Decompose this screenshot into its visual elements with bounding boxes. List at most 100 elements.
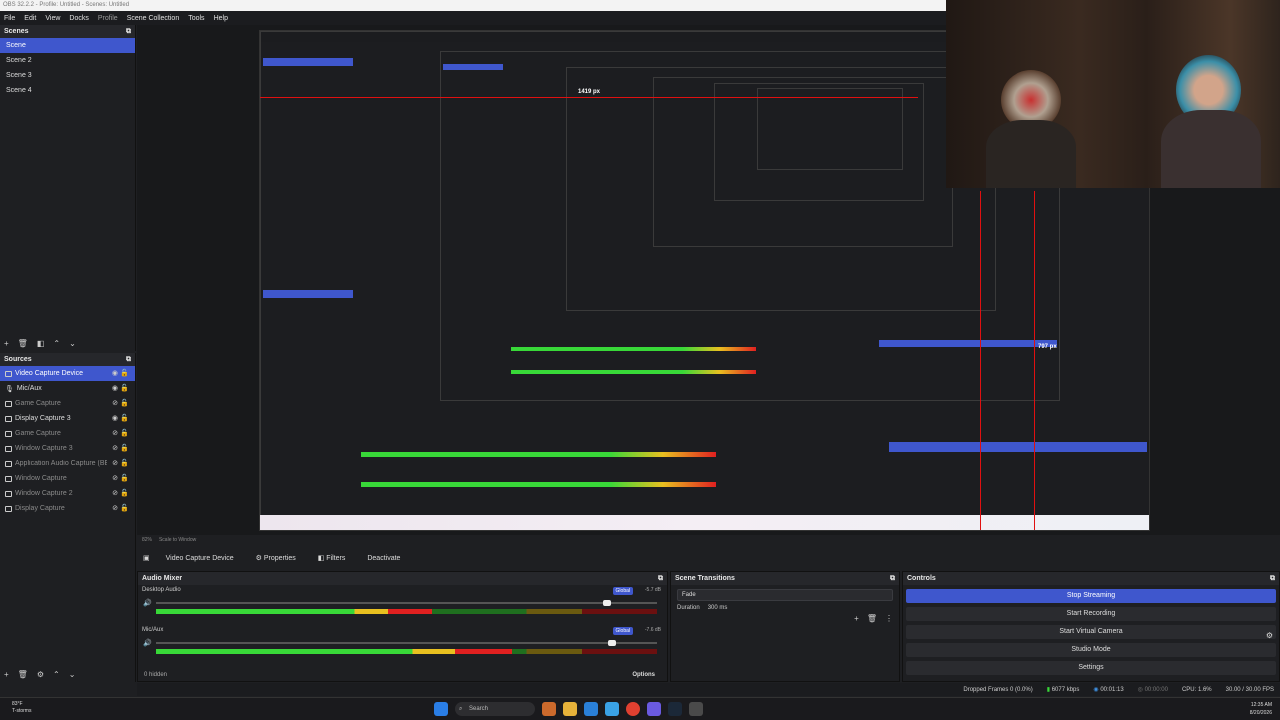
dock-menu-icon[interactable]: ⧉ <box>890 575 895 583</box>
eye-hidden-icon[interactable]: ⊘ <box>112 489 118 497</box>
source-item[interactable]: Video Capture Device ◉ 🔓 <box>0 366 135 381</box>
weather-widget[interactable]: 83°F T-storms <box>12 701 31 715</box>
menu-scene-collection[interactable]: Scene Collection <box>127 15 180 22</box>
source-item[interactable]: Game Capture ⊘ 🔓 <box>0 396 135 411</box>
volume-slider[interactable] <box>156 640 657 646</box>
eye-icon[interactable]: ◉ <box>112 369 118 377</box>
source-item[interactable]: Display Capture 3 ◉ 🔓 <box>0 411 135 426</box>
eye-hidden-icon[interactable]: ⊘ <box>112 399 118 407</box>
add-icon[interactable]: + <box>4 339 9 348</box>
steam-icon[interactable] <box>668 702 682 716</box>
taskbar-search[interactable]: ⌕ Search <box>455 702 535 716</box>
scene-item[interactable]: Scene 4 <box>0 83 135 98</box>
volume-knob[interactable] <box>607 640 616 646</box>
source-item[interactable]: Window Capture ⊘ 🔓 <box>0 471 135 486</box>
source-item[interactable]: Window Capture 2 ⊘ 🔓 <box>0 486 135 501</box>
lock-icon[interactable]: 🔓 <box>120 489 129 497</box>
move-down-icon[interactable]: ⌄ <box>69 670 76 679</box>
dock-menu-icon[interactable]: ⧉ <box>1270 575 1275 583</box>
menu-file[interactable]: File <box>4 15 15 22</box>
duration-input[interactable]: 300 ms <box>708 605 728 611</box>
dock-menu-icon[interactable]: ⧉ <box>126 356 131 364</box>
lock-icon[interactable]: 🔓 <box>120 384 129 392</box>
lock-icon[interactable]: 🔓 <box>120 429 129 437</box>
source-item[interactable]: 🎙 Mic/Aux ◉ 🔓 <box>0 381 135 396</box>
speaker-icon[interactable]: 🔊 <box>143 599 152 607</box>
mic-icon: 🎙 <box>5 385 14 393</box>
eye-hidden-icon[interactable]: ⊘ <box>112 444 118 452</box>
move-down-icon[interactable]: ⌄ <box>69 339 76 348</box>
move-up-icon[interactable]: ⌃ <box>53 670 60 679</box>
file-explorer-icon[interactable] <box>563 702 577 716</box>
start-icon[interactable] <box>434 702 448 716</box>
settings-button[interactable]: Settings <box>906 661 1276 675</box>
system-clock[interactable]: 12:35 AM 8/20/2026 <box>1250 701 1272 717</box>
trash-icon[interactable]: 🗑 <box>18 339 28 348</box>
hidden-count[interactable]: 0 hidden <box>144 672 167 678</box>
source-item[interactable]: Window Capture 3 ⊘ 🔓 <box>0 441 135 456</box>
eye-hidden-icon[interactable]: ⊘ <box>112 474 118 482</box>
edge-icon[interactable] <box>605 702 619 716</box>
source-label: Mic/Aux <box>16 385 42 392</box>
dock-menu-icon[interactable]: ⧉ <box>126 28 131 36</box>
lock-icon[interactable]: 🔓 <box>120 444 129 452</box>
filters-button[interactable]: ◧ Filters <box>312 552 352 564</box>
gear-icon[interactable]: ⚙ <box>1266 631 1273 640</box>
discord-icon[interactable] <box>647 702 661 716</box>
deactivate-button[interactable]: Deactivate <box>361 553 406 564</box>
more-icon[interactable]: ⋮ <box>885 614 893 623</box>
eye-hidden-icon[interactable]: ⊘ <box>112 504 118 512</box>
trash-icon[interactable]: 🗑 <box>18 670 28 679</box>
scene-item[interactable]: Scene 3 <box>0 68 135 83</box>
start-virtual-camera-button[interactable]: Start Virtual Camera <box>906 625 1276 639</box>
guide-line-vertical <box>1034 191 1035 530</box>
lock-icon[interactable]: 🔓 <box>120 399 129 407</box>
stop-streaming-button[interactable]: Stop Streaming <box>906 589 1276 603</box>
trash-icon[interactable]: 🗑 <box>867 614 877 623</box>
lock-icon[interactable]: 🔓 <box>120 459 129 467</box>
volume-slider[interactable] <box>156 600 657 606</box>
lock-icon[interactable]: 🔓 <box>120 414 129 422</box>
add-icon[interactable]: + <box>854 614 859 623</box>
zoom-level[interactable]: 82% <box>142 537 152 543</box>
properties-button[interactable]: ⚙ Properties <box>250 552 302 564</box>
lock-icon[interactable]: 🔓 <box>120 474 129 482</box>
menu-edit[interactable]: Edit <box>24 15 36 22</box>
start-recording-button[interactable]: Start Recording <box>906 607 1276 621</box>
menu-tools[interactable]: Tools <box>188 15 204 22</box>
gear-icon[interactable]: ⚙ <box>37 670 44 679</box>
game-icon <box>5 430 12 437</box>
scale-mode[interactable]: Scale to Window <box>159 537 196 543</box>
scene-item[interactable]: Scene <box>0 38 135 53</box>
scene-item[interactable]: Scene 2 <box>0 53 135 68</box>
volume-knob[interactable] <box>602 600 611 606</box>
studio-mode-button[interactable]: Studio Mode <box>906 643 1276 657</box>
eye-hidden-icon[interactable]: ⊘ <box>112 459 118 467</box>
source-item[interactable]: Display Capture ⊘ 🔓 <box>0 501 135 516</box>
status-bar: Dropped Frames 0 (0.0%) ▮ 6077 kbps ◉ 00… <box>137 683 1280 696</box>
filter-icon[interactable]: ◧ <box>37 339 45 348</box>
source-item[interactable]: Game Capture ⊘ 🔓 <box>0 426 135 441</box>
lock-icon[interactable]: 🔓 <box>120 504 129 512</box>
dock-menu-icon[interactable]: ⧉ <box>658 575 663 583</box>
eye-hidden-icon[interactable]: ⊘ <box>112 429 118 437</box>
dropbox-icon[interactable] <box>584 702 598 716</box>
source-item[interactable]: Application Audio Capture (BETA) ⊘🔓 <box>0 456 135 471</box>
add-icon[interactable]: + <box>4 670 9 679</box>
eye-icon[interactable]: ◉ <box>112 384 118 392</box>
duration-row: Duration 300 ms <box>677 605 893 611</box>
menu-docks[interactable]: Docks <box>69 15 88 22</box>
mixer-options-button[interactable]: Options <box>632 672 655 678</box>
eye-icon[interactable]: ◉ <box>112 414 118 422</box>
chrome-icon[interactable] <box>626 702 640 716</box>
menu-view[interactable]: View <box>45 15 60 22</box>
obs-icon[interactable] <box>689 702 703 716</box>
speaker-icon[interactable]: 🔊 <box>143 639 152 647</box>
menu-profile[interactable]: Profile <box>98 15 118 22</box>
transition-select[interactable]: Fade <box>677 589 893 601</box>
move-up-icon[interactable]: ⌃ <box>53 339 60 348</box>
menu-help[interactable]: Help <box>214 15 228 22</box>
lock-icon[interactable]: 🔓 <box>120 369 129 377</box>
camera-icon: ▣ <box>143 555 150 562</box>
app-icon[interactable] <box>542 702 556 716</box>
